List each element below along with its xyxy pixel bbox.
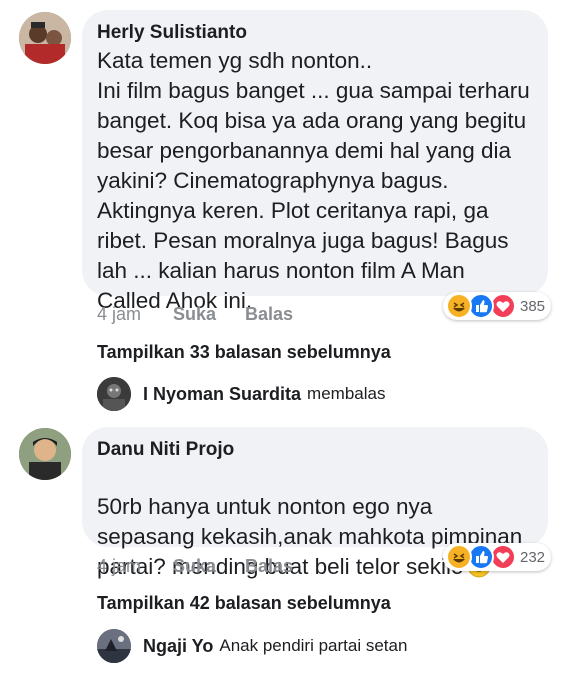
avatar (97, 377, 131, 411)
like-button[interactable]: Suka (173, 304, 216, 325)
reply-text: Anak pendiri partai setan (219, 636, 408, 655)
comment-author[interactable]: Herly Sulistianto (97, 22, 247, 44)
reply-button[interactable]: Balas (245, 556, 293, 577)
avatar (97, 629, 131, 663)
reaction-count: 385 (520, 297, 546, 315)
reaction-summary[interactable]: 232 (443, 543, 552, 571)
reaction-summary[interactable]: 385 (443, 292, 552, 320)
like-button[interactable]: Suka (173, 556, 216, 577)
show-previous-replies[interactable]: Tampilkan 42 balasan sebelumnya (97, 593, 391, 614)
comment-time[interactable]: 4 jam (97, 556, 141, 577)
comment-time[interactable]: 4 jam (97, 304, 141, 325)
reply-button[interactable]: Balas (245, 304, 293, 325)
show-previous-replies[interactable]: Tampilkan 33 balasan sebelumnya (97, 342, 391, 363)
reaction-count: 232 (520, 548, 546, 566)
avatar[interactable] (19, 12, 71, 64)
haha-icon (446, 293, 472, 319)
haha-icon (446, 544, 472, 570)
comment-text: Kata temen yg sdh nonton.. Ini film bagu… (97, 48, 530, 313)
reply-preview[interactable]: Ngaji Yo Anak pendiri partai setan (97, 629, 407, 663)
comment-author[interactable]: Danu Niti Projo (97, 439, 234, 461)
reply-text: membalas (307, 384, 386, 403)
reply-author[interactable]: I Nyoman Suardita (143, 384, 301, 405)
reply-author[interactable]: Ngaji Yo (143, 636, 213, 657)
avatar[interactable] (19, 428, 71, 480)
reply-preview[interactable]: I Nyoman Suardita membalas (97, 377, 385, 411)
